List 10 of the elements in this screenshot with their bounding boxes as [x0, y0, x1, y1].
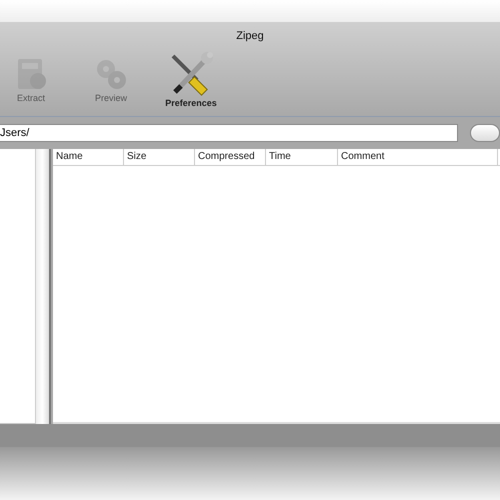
- column-header[interactable]: Compressed: [195, 149, 266, 165]
- column-header[interactable]: Time: [266, 149, 338, 165]
- column-header[interactable]: Name: [53, 149, 124, 165]
- path-field[interactable]: Jsers/: [0, 124, 458, 142]
- round-button[interactable]: [470, 124, 500, 142]
- column-header[interactable]: Comment: [338, 149, 498, 165]
- scrollbar[interactable]: [35, 149, 51, 424]
- window-title: Zipeg: [236, 30, 264, 42]
- toolbar-button[interactable]: Preferences: [162, 50, 220, 108]
- column-header[interactable]: Size: [124, 149, 195, 165]
